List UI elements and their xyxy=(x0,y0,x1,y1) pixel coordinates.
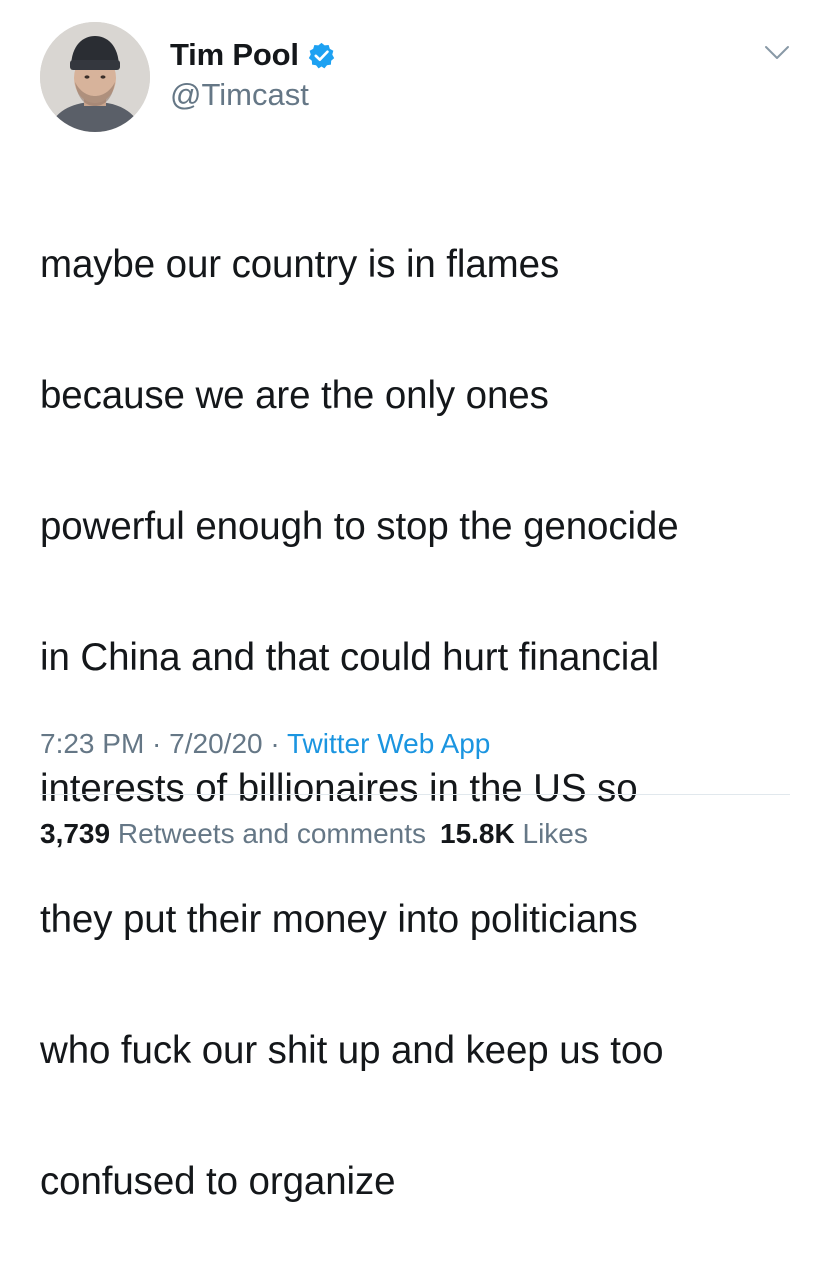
tweet-line: maybe our country is in flames xyxy=(40,242,560,286)
avatar[interactable] xyxy=(40,22,150,132)
tweet-line: they put their money into politicians xyxy=(40,897,638,941)
tweet-line: confused to organize xyxy=(40,1159,396,1203)
chevron-down-icon[interactable] xyxy=(762,42,792,64)
tweet-line: who fuck our shit up and keep us too xyxy=(40,1028,664,1072)
author-name-row[interactable]: Tim Pool xyxy=(170,36,336,74)
author-display-name[interactable]: Tim Pool xyxy=(170,37,299,73)
verified-badge-icon xyxy=(307,41,336,70)
tweet-text: maybe our country is in flames because w… xyxy=(40,166,800,1280)
profile-photo-icon xyxy=(40,22,150,132)
retweets-stat[interactable]: 3,739 Retweets and comments xyxy=(40,818,426,849)
likes-label: Likes xyxy=(522,818,588,849)
tweet-line: because we are the only ones xyxy=(40,373,549,417)
tweet-source-link[interactable]: Twitter Web App xyxy=(287,728,490,759)
likes-count: 15.8K xyxy=(440,818,515,849)
tweet-date[interactable]: 7/20/20 xyxy=(169,728,262,759)
retweets-count: 3,739 xyxy=(40,818,111,849)
tweet-line: powerful enough to stop the genocide xyxy=(40,504,679,548)
author-handle[interactable]: @Timcast xyxy=(170,77,309,113)
tweet-stats: 3,739 Retweets and comments 15.8K Likes xyxy=(40,818,588,850)
tweet-line: interests of billionaires in the US so xyxy=(40,766,638,810)
tweet-meta: 7:23 PM · 7/20/20 · Twitter Web App xyxy=(40,728,490,760)
tweet-time[interactable]: 7:23 PM xyxy=(40,728,144,759)
divider xyxy=(40,794,790,795)
tweet-line: in China and that could hurt financial xyxy=(40,635,660,679)
retweets-label: Retweets and comments xyxy=(117,818,426,849)
meta-separator: · xyxy=(262,728,287,759)
likes-stat[interactable]: 15.8K Likes xyxy=(440,818,588,849)
meta-separator: · xyxy=(144,728,170,759)
